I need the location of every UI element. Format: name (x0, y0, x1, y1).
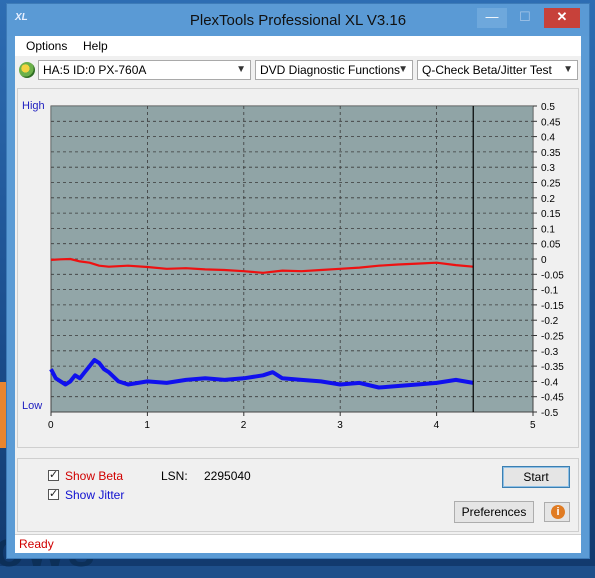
y-tick-label: -0.2 (541, 316, 559, 327)
app-window: XL PlexTools Professional XL V3.16 — ☐ ✕… (6, 3, 590, 559)
x-tick-label: 1 (144, 420, 150, 431)
disc-drive-icon (19, 62, 35, 78)
maximize-button[interactable]: ☐ (510, 8, 540, 28)
function-select[interactable]: DVD Diagnostic Functions ▼ (255, 60, 413, 80)
test-select[interactable]: Q-Check Beta/Jitter Test ▼ (417, 60, 578, 80)
y-tick-label: 0.25 (541, 179, 561, 190)
control-panel: Show Beta Show Jitter LSN: 2295040 Start… (17, 458, 579, 532)
y-tick-label: 0 (541, 255, 547, 266)
y-tick-label: -0.45 (541, 393, 564, 404)
show-jitter-checkbox[interactable] (48, 487, 59, 500)
close-button[interactable]: ✕ (544, 8, 580, 28)
x-tick-label: 2 (241, 420, 247, 431)
info-button[interactable]: i (544, 502, 570, 522)
client-area: Options Help HA:5 ID:0 PX-760A ▼ DVD Dia… (15, 36, 581, 553)
start-button[interactable]: Start (502, 466, 570, 488)
x-tick-label: 5 (530, 420, 536, 431)
y-tick-label: -0.25 (541, 332, 564, 343)
lsn-label: LSN: (161, 469, 188, 483)
x-tick-label: 0 (48, 420, 54, 431)
preferences-button[interactable]: Preferences (454, 501, 534, 523)
show-jitter-label[interactable]: Show Jitter (65, 488, 124, 502)
y-tick-label: -0.35 (541, 362, 564, 373)
menu-bar: Options Help (15, 36, 581, 56)
y-tick-label: 0.45 (541, 117, 561, 128)
chevron-down-icon: ▼ (236, 64, 246, 75)
y-tick-label: 0.05 (541, 240, 561, 251)
x-tick-label: 4 (434, 420, 440, 431)
minimize-button[interactable]: — (477, 8, 507, 28)
show-beta-checkbox[interactable] (48, 468, 59, 481)
info-icon: i (551, 505, 565, 519)
drive-select-value: HA:5 ID:0 PX-760A (43, 63, 147, 77)
y-tick-label: -0.1 (541, 286, 559, 297)
y-low-label: Low (22, 400, 42, 412)
y-tick-label: -0.4 (541, 377, 559, 388)
y-tick-label: -0.5 (541, 408, 559, 419)
y-tick-label: -0.05 (541, 270, 564, 281)
y-tick-label: 0.3 (541, 163, 555, 174)
chevron-down-icon: ▼ (563, 64, 573, 75)
y-tick-label: 0.35 (541, 148, 561, 159)
title-bar[interactable]: XL PlexTools Professional XL V3.16 — ☐ ✕ (7, 4, 589, 36)
chevron-down-icon: ▼ (398, 64, 408, 75)
lsn-value: 2295040 (204, 469, 251, 483)
menu-help[interactable]: Help (83, 39, 108, 53)
beta-jitter-chart: 0.5 0.45 0.4 0.35 0.3 0.25 0.2 0.15 0.1 0.05 0 -0.0… (22, 100, 564, 431)
show-beta-label[interactable]: Show Beta (65, 469, 123, 483)
status-text: Ready (19, 537, 54, 551)
toolbar: HA:5 ID:0 PX-760A ▼ DVD Diagnostic Funct… (15, 56, 581, 86)
chart-panel: 0.5 0.45 0.4 0.35 0.3 0.25 0.2 0.15 0.1 0.05 0 -0.0… (17, 88, 579, 448)
y-tick-label: 0.5 (541, 102, 555, 113)
status-bar: Ready (15, 534, 581, 553)
y-high-label: High (22, 100, 45, 112)
function-select-value: DVD Diagnostic Functions (260, 63, 401, 77)
test-select-value: Q-Check Beta/Jitter Test (422, 63, 552, 77)
y-tick-label: 0.1 (541, 224, 555, 235)
y-tick-label: 0.4 (541, 133, 555, 144)
y-tick-label: -0.3 (541, 347, 559, 358)
menu-options[interactable]: Options (26, 39, 67, 53)
y-tick-label: -0.15 (541, 301, 564, 312)
y-tick-label: 0.15 (541, 209, 561, 220)
x-tick-label: 3 (337, 420, 343, 431)
y-tick-label: 0.2 (541, 194, 555, 205)
drive-select[interactable]: HA:5 ID:0 PX-760A ▼ (38, 60, 251, 80)
